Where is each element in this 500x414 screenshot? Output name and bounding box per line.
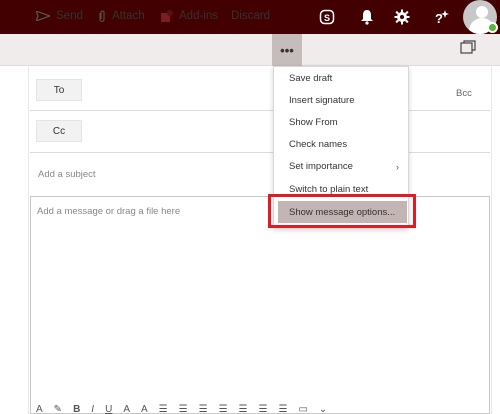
send-icon [36,11,50,21]
message-placeholder: Add a message or drag a file here [37,206,181,217]
more-format-icon[interactable]: ⌄ [319,404,327,414]
send-button[interactable]: Send [36,0,83,32]
avatar[interactable] [461,0,499,34]
addins-icon [161,10,173,22]
paperclip-icon [98,10,106,23]
align-right-icon[interactable]: ☰ [278,404,287,414]
font-color-icon[interactable]: ✎ [54,404,62,414]
cc-divider [30,152,490,153]
highlight-button[interactable]: A [123,404,130,414]
attach-button[interactable]: Attach [98,0,145,32]
discard-button[interactable]: Discard [231,0,270,32]
bcc-link[interactable]: Bcc [456,88,472,99]
more-options-button[interactable]: ••• [272,34,302,66]
font-size-button[interactable]: A [36,404,43,414]
menu-item-label: Set importance [289,160,353,172]
message-body[interactable] [30,196,490,414]
link-icon[interactable]: ▭ [298,404,307,414]
format-toolbar: A ✎ B I U A A ☰ ☰ ☰ ☰ ☰ ☰ ☰ ▭ ⌄ [36,404,456,414]
compose-border-right [491,66,492,414]
outdent-icon[interactable]: ☰ [199,404,208,414]
menu-item-show-from[interactable]: Show From [274,111,410,133]
cc-button[interactable]: Cc [36,120,82,142]
compose-border-left [28,66,29,414]
to-label: To [53,84,65,96]
to-divider [30,110,490,111]
menu-item-insert-signature[interactable]: Insert signature [274,89,410,111]
bullets-icon[interactable]: ☰ [159,404,168,414]
attach-label: Attach [112,10,145,22]
menu-item-save-draft[interactable]: Save draft [274,67,410,89]
skype-icon[interactable]: S [310,0,344,34]
underline-button[interactable]: U [105,404,112,414]
discard-label: Discard [231,10,270,22]
highlight-box [268,194,416,228]
menu-item-label: Insert signature [289,94,355,106]
text-color-button[interactable]: A [141,404,148,414]
addins-button[interactable]: Add-ins [161,0,218,32]
svg-text:?: ? [435,11,443,26]
addins-label: Add-ins [179,10,218,22]
bell-icon[interactable] [350,0,384,34]
command-toolbar [0,34,500,66]
to-button[interactable]: To [36,79,82,101]
menu-item-label: Save draft [289,72,333,84]
chevron-right-icon: › [396,162,399,172]
menu-item-set-importance[interactable]: Set importance [274,155,410,177]
menu-item-label: Show From [289,116,338,128]
align-center-icon[interactable]: ☰ [259,404,268,414]
subject-input[interactable]: Add a subject [38,169,96,180]
menu-item-check-names[interactable]: Check names [274,133,410,155]
menu-item-label: Check names [289,138,348,150]
bold-button[interactable]: B [73,404,80,414]
cc-label: Cc [52,125,66,137]
numbering-icon[interactable]: ☰ [179,404,188,414]
help-sparkle-icon[interactable]: ? [424,0,458,34]
indent-icon[interactable]: ☰ [219,404,228,414]
svg-text:S: S [324,13,330,23]
more-dots: ••• [280,42,294,58]
align-left-icon[interactable]: ☰ [239,404,248,414]
presence-available-icon [487,22,498,33]
popout-icon[interactable] [460,40,478,58]
send-label: Send [56,10,83,22]
gear-icon[interactable] [385,0,419,34]
menu-item-label: Switch to plain text [289,183,369,195]
italic-button[interactable]: I [91,404,94,414]
